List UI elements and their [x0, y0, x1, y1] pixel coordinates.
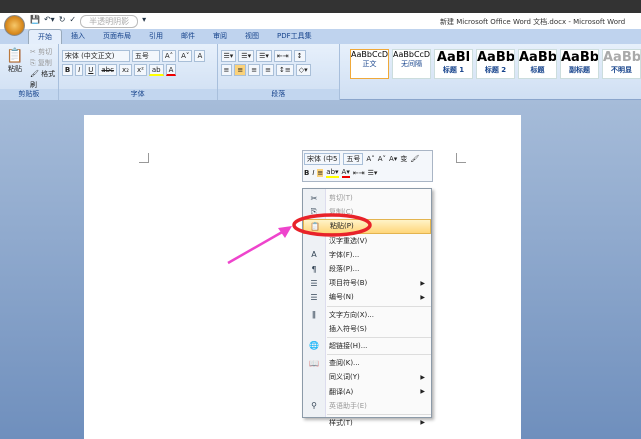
annotation-overlay — [0, 0, 641, 439]
red-ellipse — [294, 215, 370, 235]
pink-arrow — [228, 231, 284, 263]
office-button[interactable] — [4, 15, 25, 36]
